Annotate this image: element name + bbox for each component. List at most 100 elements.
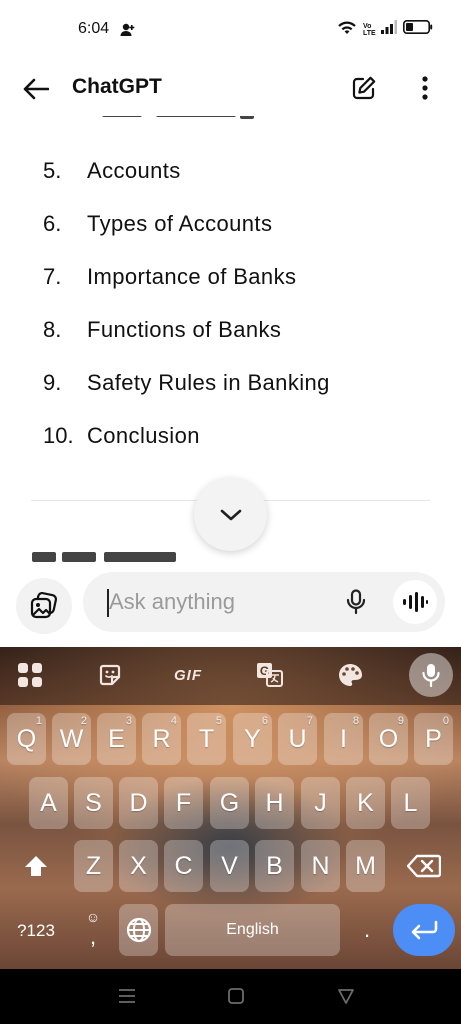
list-number: 9. xyxy=(43,370,62,395)
list-text: Conclusion xyxy=(87,423,200,448)
audio-waveform-icon xyxy=(403,592,428,612)
translate-icon: G xyxy=(257,663,283,687)
translate-button[interactable]: G xyxy=(252,659,288,691)
sticker-button[interactable] xyxy=(92,659,128,691)
key-label: O xyxy=(378,724,399,753)
back-button[interactable] xyxy=(18,74,54,104)
gif-button[interactable]: GIF xyxy=(170,659,206,691)
apps-grid-button[interactable] xyxy=(12,659,48,691)
prompt-input[interactable] xyxy=(109,586,329,618)
key-e[interactable]: E3 xyxy=(97,713,136,765)
period-key[interactable]: . xyxy=(350,904,384,956)
key-y[interactable]: Y6 xyxy=(233,713,272,765)
dictate-button[interactable] xyxy=(341,587,371,617)
edit-icon xyxy=(352,76,376,100)
list-number: 6. xyxy=(43,211,62,236)
key-s[interactable]: S xyxy=(74,777,113,829)
list-item: 9. Safety Rules in Banking xyxy=(0,362,461,415)
symbols-key[interactable]: ?123 xyxy=(12,911,60,951)
prompt-field[interactable] xyxy=(83,572,445,632)
image-gallery-icon xyxy=(30,592,58,619)
backspace-icon xyxy=(407,854,441,878)
backspace-key[interactable] xyxy=(400,840,448,892)
composer xyxy=(0,570,461,647)
list-item: 6. Types of Accounts xyxy=(0,203,461,256)
more-vertical-icon xyxy=(422,76,428,100)
key-t[interactable]: T5 xyxy=(187,713,226,765)
key-j[interactable]: J xyxy=(301,777,340,829)
status-time: 6:04 xyxy=(78,20,110,37)
list-number: 10. xyxy=(43,423,74,448)
key-m[interactable]: M xyxy=(346,840,385,892)
key-z[interactable]: Z xyxy=(74,840,113,892)
key-hint: 9 xyxy=(397,715,404,727)
key-hint: 5 xyxy=(215,715,222,727)
key-hint: 4 xyxy=(170,715,177,727)
emoji-icon: ☺ xyxy=(85,909,101,925)
home-button[interactable] xyxy=(224,985,248,1007)
key-u[interactable]: U7 xyxy=(278,713,317,765)
enter-arrow-icon xyxy=(411,920,438,940)
key-r[interactable]: R4 xyxy=(142,713,181,765)
list-item: 5. Accounts xyxy=(0,150,461,203)
back-nav-button[interactable] xyxy=(334,985,358,1007)
system-navigation-bar xyxy=(0,969,461,1024)
key-label: P xyxy=(425,724,442,753)
clipped-text-fragment xyxy=(32,550,192,564)
enter-key[interactable] xyxy=(393,904,455,956)
shift-key[interactable] xyxy=(14,840,58,892)
key-label: Y xyxy=(244,724,261,753)
voice-typing-button[interactable] xyxy=(409,653,453,697)
square-icon xyxy=(228,988,244,1004)
voice-mode-button[interactable] xyxy=(393,580,437,624)
volte-label: Vo LTE xyxy=(363,22,376,37)
key-x[interactable]: X xyxy=(119,840,158,892)
key-f[interactable]: F xyxy=(164,777,203,829)
key-o[interactable]: O9 xyxy=(369,713,408,765)
list-text: Types of Accounts xyxy=(87,211,273,236)
shift-arrow-icon xyxy=(25,856,47,876)
new-chat-button[interactable] xyxy=(348,72,380,104)
menu-lines-icon xyxy=(119,989,135,1003)
key-label: U xyxy=(288,724,307,753)
list-text: Functions of Banks xyxy=(87,317,282,342)
attach-image-button[interactable] xyxy=(16,578,72,634)
key-b[interactable]: B xyxy=(255,840,294,892)
key-l[interactable]: L xyxy=(391,777,430,829)
key-g[interactable]: G xyxy=(210,777,249,829)
comma-key[interactable]: ☺ , xyxy=(76,904,110,956)
microphone-icon xyxy=(422,664,440,687)
list-number: 8. xyxy=(43,317,62,342)
key-i[interactable]: I8 xyxy=(324,713,363,765)
theme-button[interactable] xyxy=(332,659,368,691)
language-switch-key[interactable] xyxy=(119,904,158,956)
app-bar: ChatGPT xyxy=(0,60,461,116)
more-options-button[interactable] xyxy=(412,72,438,104)
key-n[interactable]: N xyxy=(301,840,340,892)
key-hint: 0 xyxy=(442,715,449,727)
key-hint: 6 xyxy=(261,715,268,727)
scroll-to-bottom-button[interactable] xyxy=(194,478,267,551)
key-hint: 7 xyxy=(306,715,313,727)
key-w[interactable]: W2 xyxy=(52,713,91,765)
recents-button[interactable] xyxy=(115,985,139,1007)
microphone-icon xyxy=(346,589,366,615)
key-p[interactable]: P0 xyxy=(414,713,453,765)
key-a[interactable]: A xyxy=(29,777,68,829)
key-c[interactable]: C xyxy=(164,840,203,892)
key-label: E xyxy=(108,724,125,753)
wifi-icon xyxy=(337,19,357,40)
key-k[interactable]: K xyxy=(346,777,385,829)
key-q[interactable]: Q1 xyxy=(7,713,46,765)
list-text: Accounts xyxy=(87,158,181,183)
space-key[interactable]: English xyxy=(165,904,340,956)
sticker-icon xyxy=(99,664,121,686)
key-hint: 3 xyxy=(125,715,132,727)
key-label: I xyxy=(340,724,347,753)
key-d[interactable]: D xyxy=(119,777,158,829)
chevron-down-icon xyxy=(220,509,241,520)
key-h[interactable]: H xyxy=(255,777,294,829)
list-item: 7. Importance of Banks xyxy=(0,256,461,309)
key-v[interactable]: V xyxy=(210,840,249,892)
key-label: Q xyxy=(16,724,37,753)
